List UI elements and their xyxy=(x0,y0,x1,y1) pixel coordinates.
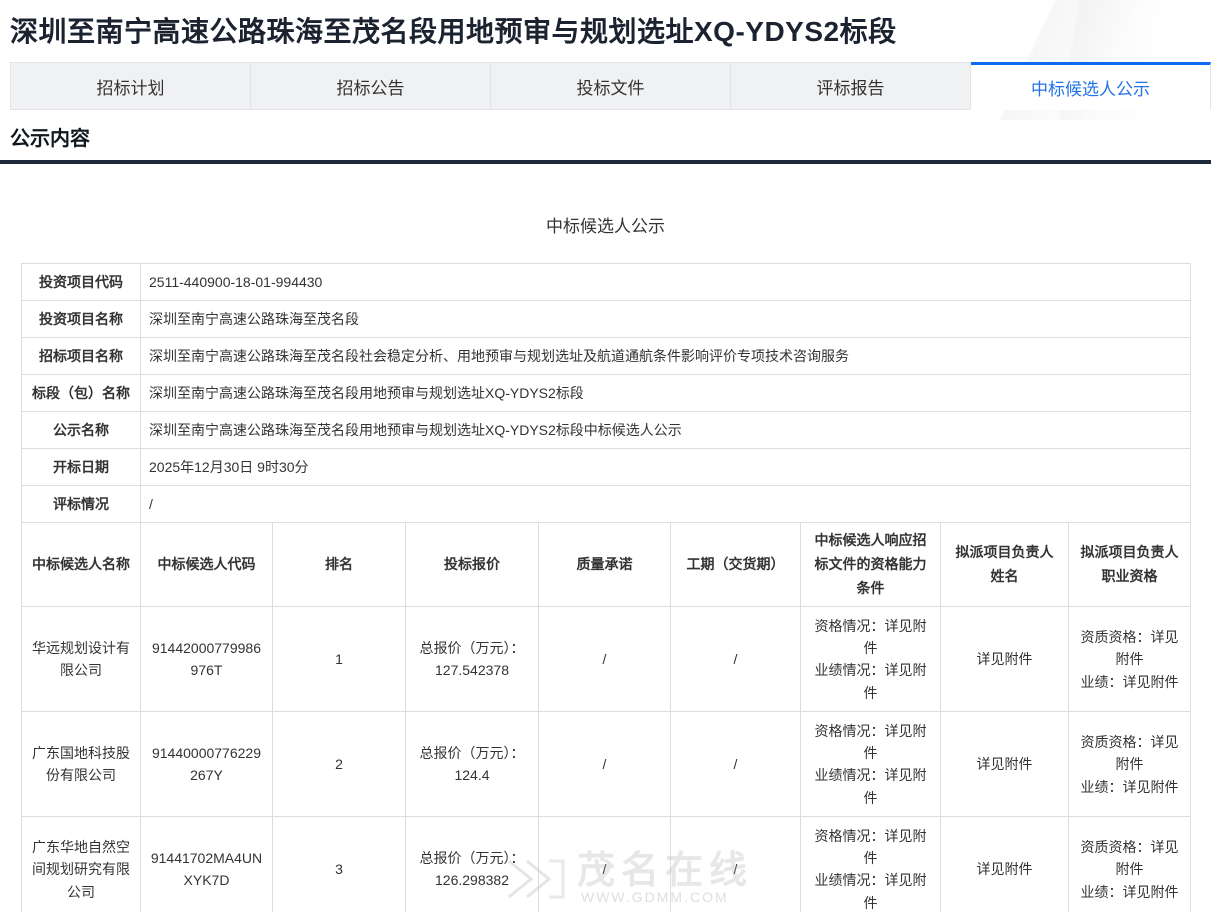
info-row-tender-project-name: 招标项目名称 深圳至南宁高速公路珠海至茂名段社会稳定分析、用地预审与规划选址及航… xyxy=(22,338,1191,375)
manager-qual-line: 业绩：详见附件 xyxy=(1077,671,1182,693)
candidate-quality: / xyxy=(539,817,671,912)
manager-qual-line: 资质资格：详见附件 xyxy=(1077,731,1182,776)
announcement-table: 投资项目代码 2511-440900-18-01-994430 投资项目名称 深… xyxy=(21,263,1191,912)
info-row-announcement-name: 公示名称 深圳至南宁高速公路珠海至茂名段用地预审与规划选址XQ-YDYS2标段中… xyxy=(22,412,1191,449)
tab-winning-candidates[interactable]: 中标候选人公示 xyxy=(971,62,1211,110)
bid-label: 总报价（万元）： xyxy=(414,637,530,659)
info-value: 深圳至南宁高速公路珠海至茂名段用地预审与规划选址XQ-YDYS2标段 xyxy=(141,375,1191,412)
col-header-code: 中标候选人代码 xyxy=(141,523,273,607)
section-divider xyxy=(0,160,1211,164)
announcement-title: 中标候选人公示 xyxy=(0,212,1211,237)
info-label: 评标情况 xyxy=(22,486,141,523)
manager-qual-line: 资质资格：详见附件 xyxy=(1077,626,1182,671)
tab-evaluation-report[interactable]: 评标报告 xyxy=(731,62,971,110)
candidate-name: 广东国地科技股份有限公司 xyxy=(22,712,141,817)
col-header-manager-qual: 拟派项目负责人职业资格 xyxy=(1069,523,1191,607)
qualification-line: 业绩情况：详见附件 xyxy=(809,659,932,704)
col-header-bid: 投标报价 xyxy=(406,523,539,607)
info-row-opening-date: 开标日期 2025年12月30日 9时30分 xyxy=(22,449,1191,486)
manager-qual-line: 资质资格：详见附件 xyxy=(1077,836,1182,881)
col-header-quality: 质量承诺 xyxy=(539,523,671,607)
bid-amount: 127.542378 xyxy=(414,659,530,681)
col-header-duration: 工期（交货期） xyxy=(671,523,801,607)
candidate-duration: / xyxy=(671,607,801,712)
manager-qual-line: 业绩：详见附件 xyxy=(1077,881,1182,903)
candidate-duration: / xyxy=(671,712,801,817)
candidate-code: 91440000776229267Y xyxy=(141,712,273,817)
candidate-qualification: 资格情况：详见附件 业绩情况：详见附件 xyxy=(801,607,941,712)
info-value: 2511-440900-18-01-994430 xyxy=(141,264,1191,301)
candidate-bid: 总报价（万元）： 126.298382 xyxy=(406,817,539,912)
candidate-manager-qual: 资质资格：详见附件 业绩：详见附件 xyxy=(1069,817,1191,912)
candidate-rank: 2 xyxy=(273,712,406,817)
candidate-quality: / xyxy=(539,607,671,712)
candidate-code: 91441702MA4UNXYK7D xyxy=(141,817,273,912)
candidate-bid: 总报价（万元）： 127.542378 xyxy=(406,607,539,712)
bid-amount: 124.4 xyxy=(414,764,530,786)
candidate-rank: 3 xyxy=(273,817,406,912)
candidate-name: 广东华地自然空间规划研究有限公司 xyxy=(22,817,141,912)
candidate-manager-qual: 资质资格：详见附件 业绩：详见附件 xyxy=(1069,712,1191,817)
tab-bid-documents[interactable]: 投标文件 xyxy=(491,62,731,110)
col-header-name: 中标候选人名称 xyxy=(22,523,141,607)
bid-label: 总报价（万元）： xyxy=(414,847,530,869)
col-header-rank: 排名 xyxy=(273,523,406,607)
candidate-row-3: 广东华地自然空间规划研究有限公司 91441702MA4UNXYK7D 3 总报… xyxy=(22,817,1191,912)
info-row-project-code: 投资项目代码 2511-440900-18-01-994430 xyxy=(22,264,1191,301)
page-header: 深圳至南宁高速公路珠海至茂名段用地预审与规划选址XQ-YDYS2标段 xyxy=(0,0,1211,62)
info-label: 开标日期 xyxy=(22,449,141,486)
info-label: 投资项目名称 xyxy=(22,301,141,338)
info-value: / xyxy=(141,486,1191,523)
col-header-manager: 拟派项目负责人姓名 xyxy=(941,523,1069,607)
info-label: 公示名称 xyxy=(22,412,141,449)
info-row-project-name: 投资项目名称 深圳至南宁高速公路珠海至茂名段 xyxy=(22,301,1191,338)
info-label: 投资项目代码 xyxy=(22,264,141,301)
qualification-line: 资格情况：详见附件 xyxy=(809,615,932,660)
info-value: 深圳至南宁高速公路珠海至茂名段社会稳定分析、用地预审与规划选址及航道通航条件影响… xyxy=(141,338,1191,375)
info-label: 标段（包）名称 xyxy=(22,375,141,412)
tab-bid-announcement[interactable]: 招标公告 xyxy=(251,62,491,110)
bid-label: 总报价（万元）： xyxy=(414,742,530,764)
tab-bid-plan[interactable]: 招标计划 xyxy=(10,62,251,110)
qualification-line: 资格情况：详见附件 xyxy=(809,720,932,765)
candidate-manager: 详见附件 xyxy=(941,607,1069,712)
qualification-line: 业绩情况：详见附件 xyxy=(809,869,932,912)
page-title: 深圳至南宁高速公路珠海至茂名段用地预审与规划选址XQ-YDYS2标段 xyxy=(10,10,1201,50)
candidate-manager: 详见附件 xyxy=(941,817,1069,912)
qualification-line: 资格情况：详见附件 xyxy=(809,825,932,870)
col-header-qualification: 中标候选人响应招标文件的资格能力条件 xyxy=(801,523,941,607)
candidate-duration: / xyxy=(671,817,801,912)
info-value: 深圳至南宁高速公路珠海至茂名段用地预审与规划选址XQ-YDYS2标段中标候选人公… xyxy=(141,412,1191,449)
candidate-row-1: 华远规划设计有限公司 91442000779986976T 1 总报价（万元）：… xyxy=(22,607,1191,712)
candidate-bid: 总报价（万元）： 124.4 xyxy=(406,712,539,817)
candidate-quality: / xyxy=(539,712,671,817)
candidates-header-row: 中标候选人名称 中标候选人代码 排名 投标报价 质量承诺 工期（交货期） 中标候… xyxy=(22,523,1191,607)
bid-amount: 126.298382 xyxy=(414,869,530,891)
qualification-line: 业绩情况：详见附件 xyxy=(809,764,932,809)
info-row-evaluation-status: 评标情况 / xyxy=(22,486,1191,523)
manager-qual-line: 业绩：详见附件 xyxy=(1077,776,1182,798)
info-value: 2025年12月30日 9时30分 xyxy=(141,449,1191,486)
candidate-row-2: 广东国地科技股份有限公司 91440000776229267Y 2 总报价（万元… xyxy=(22,712,1191,817)
page: 深圳至南宁高速公路珠海至茂名段用地预审与规划选址XQ-YDYS2标段 招标计划 … xyxy=(0,0,1211,912)
info-value: 深圳至南宁高速公路珠海至茂名段 xyxy=(141,301,1191,338)
announcement-section: 公示内容 xyxy=(10,122,1201,164)
tab-bar: 招标计划 招标公告 投标文件 评标报告 中标候选人公示 xyxy=(10,62,1211,110)
section-heading: 公示内容 xyxy=(10,122,1201,160)
candidate-qualification: 资格情况：详见附件 业绩情况：详见附件 xyxy=(801,712,941,817)
candidate-rank: 1 xyxy=(273,607,406,712)
candidate-manager-qual: 资质资格：详见附件 业绩：详见附件 xyxy=(1069,607,1191,712)
candidate-qualification: 资格情况：详见附件 业绩情况：详见附件 xyxy=(801,817,941,912)
info-label: 招标项目名称 xyxy=(22,338,141,375)
candidate-name: 华远规划设计有限公司 xyxy=(22,607,141,712)
info-row-section-name: 标段（包）名称 深圳至南宁高速公路珠海至茂名段用地预审与规划选址XQ-YDYS2… xyxy=(22,375,1191,412)
candidate-code: 91442000779986976T xyxy=(141,607,273,712)
candidate-manager: 详见附件 xyxy=(941,712,1069,817)
